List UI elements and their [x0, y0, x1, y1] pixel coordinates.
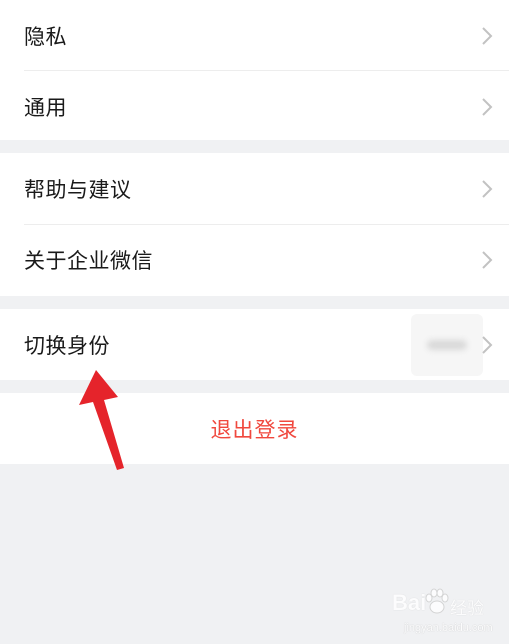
logout-button[interactable]: 退出登录 [0, 393, 509, 464]
settings-item-switch-identity[interactable]: 切换身份 [0, 309, 509, 380]
chevron-right-icon [482, 179, 493, 198]
settings-group-about: 帮助与建议 关于企业微信 [0, 153, 509, 296]
paw-icon [425, 588, 449, 614]
settings-group-logout: 退出登录 [0, 393, 509, 464]
watermark-sub: 经验 [450, 599, 484, 619]
chevron-right-icon [482, 251, 493, 269]
chevron-right-icon [482, 26, 493, 45]
settings-item-label: 帮助与建议 [24, 177, 132, 202]
current-identity-blurred [411, 314, 483, 376]
settings-item-privacy[interactable]: 隐私 [0, 0, 509, 71]
settings-group-identity: 切换身份 [0, 309, 509, 380]
watermark-url: jingyan.baidu.com [404, 622, 493, 634]
logout-label: 退出登录 [210, 417, 299, 442]
settings-item-general[interactable]: 通用 [0, 71, 509, 142]
chevron-right-icon [482, 335, 493, 354]
baidu-jingyan-watermark: Bai 经验 jingyan.baidu.com [392, 588, 502, 640]
settings-item-label: 通用 [24, 95, 67, 120]
settings-item-label: 隐私 [24, 24, 67, 49]
settings-item-label: 关于企业微信 [24, 249, 153, 273]
chevron-right-icon [482, 97, 493, 116]
watermark-brand: Bai [392, 590, 427, 615]
settings-item-label: 切换身份 [24, 333, 110, 358]
settings-item-help-feedback[interactable]: 帮助与建议 [0, 153, 509, 224]
settings-group-general: 隐私 通用 [0, 0, 509, 140]
settings-item-about-wework[interactable]: 关于企业微信 [0, 224, 509, 296]
